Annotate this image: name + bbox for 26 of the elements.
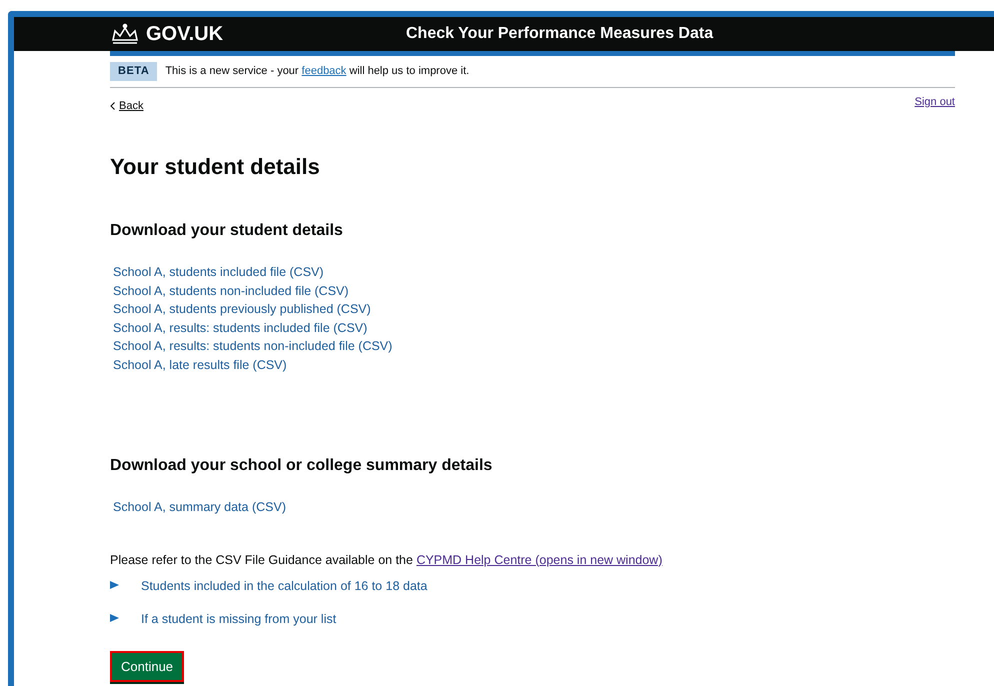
sign-out-link[interactable]: Sign out	[914, 94, 955, 110]
csv-download-link[interactable]: School A, late results file (CSV)	[113, 356, 955, 374]
service-name-link[interactable]: Check Your Performance Measures Data	[406, 22, 714, 46]
feedback-link[interactable]: feedback	[302, 65, 346, 77]
csv-download-link[interactable]: School A, results: students non-included file (CSV)	[113, 337, 955, 356]
continue-button[interactable]: Continue	[110, 650, 184, 682]
csv-download-link[interactable]: School A, summary data (CSV)	[113, 498, 955, 516]
details-summary[interactable]: Students included in the calculation of 16 to 18 data	[110, 577, 955, 596]
help-centre-link[interactable]: CYPMD Help Centre (opens in new window)	[416, 552, 662, 566]
csv-download-link[interactable]: School A, results: students included file (CSV)	[113, 318, 955, 337]
details-summary[interactable]: If a student is missing from your list	[110, 610, 955, 629]
page-title: Your student details	[110, 153, 321, 181]
caret-right-icon	[110, 614, 119, 622]
phase-tag: BETA	[110, 62, 158, 80]
csv-download-link[interactable]: School A, students non-included file (CSV)	[113, 282, 955, 300]
section-heading: Download your student details	[110, 221, 344, 241]
guidance-text: Please refer to the CSV File Guidance available on the CYPMD Help Centre (opens in new window)	[110, 552, 664, 569]
back-link[interactable]: Back	[110, 98, 144, 114]
section-heading: Download your school or college summary details	[110, 456, 494, 476]
chevron-left-icon	[110, 102, 115, 110]
csv-download-link[interactable]: School A, students previously published (CSV)	[113, 300, 955, 318]
phase-banner-text: This is a new service - your feedback will help us to improve it.	[165, 64, 470, 79]
govuk-logo-link[interactable]: GOV.UK	[146, 19, 224, 49]
crown-logo-icon	[110, 23, 140, 45]
caret-right-icon	[110, 581, 119, 590]
csv-download-link[interactable]: School A, students included file (CSV)	[113, 263, 955, 282]
